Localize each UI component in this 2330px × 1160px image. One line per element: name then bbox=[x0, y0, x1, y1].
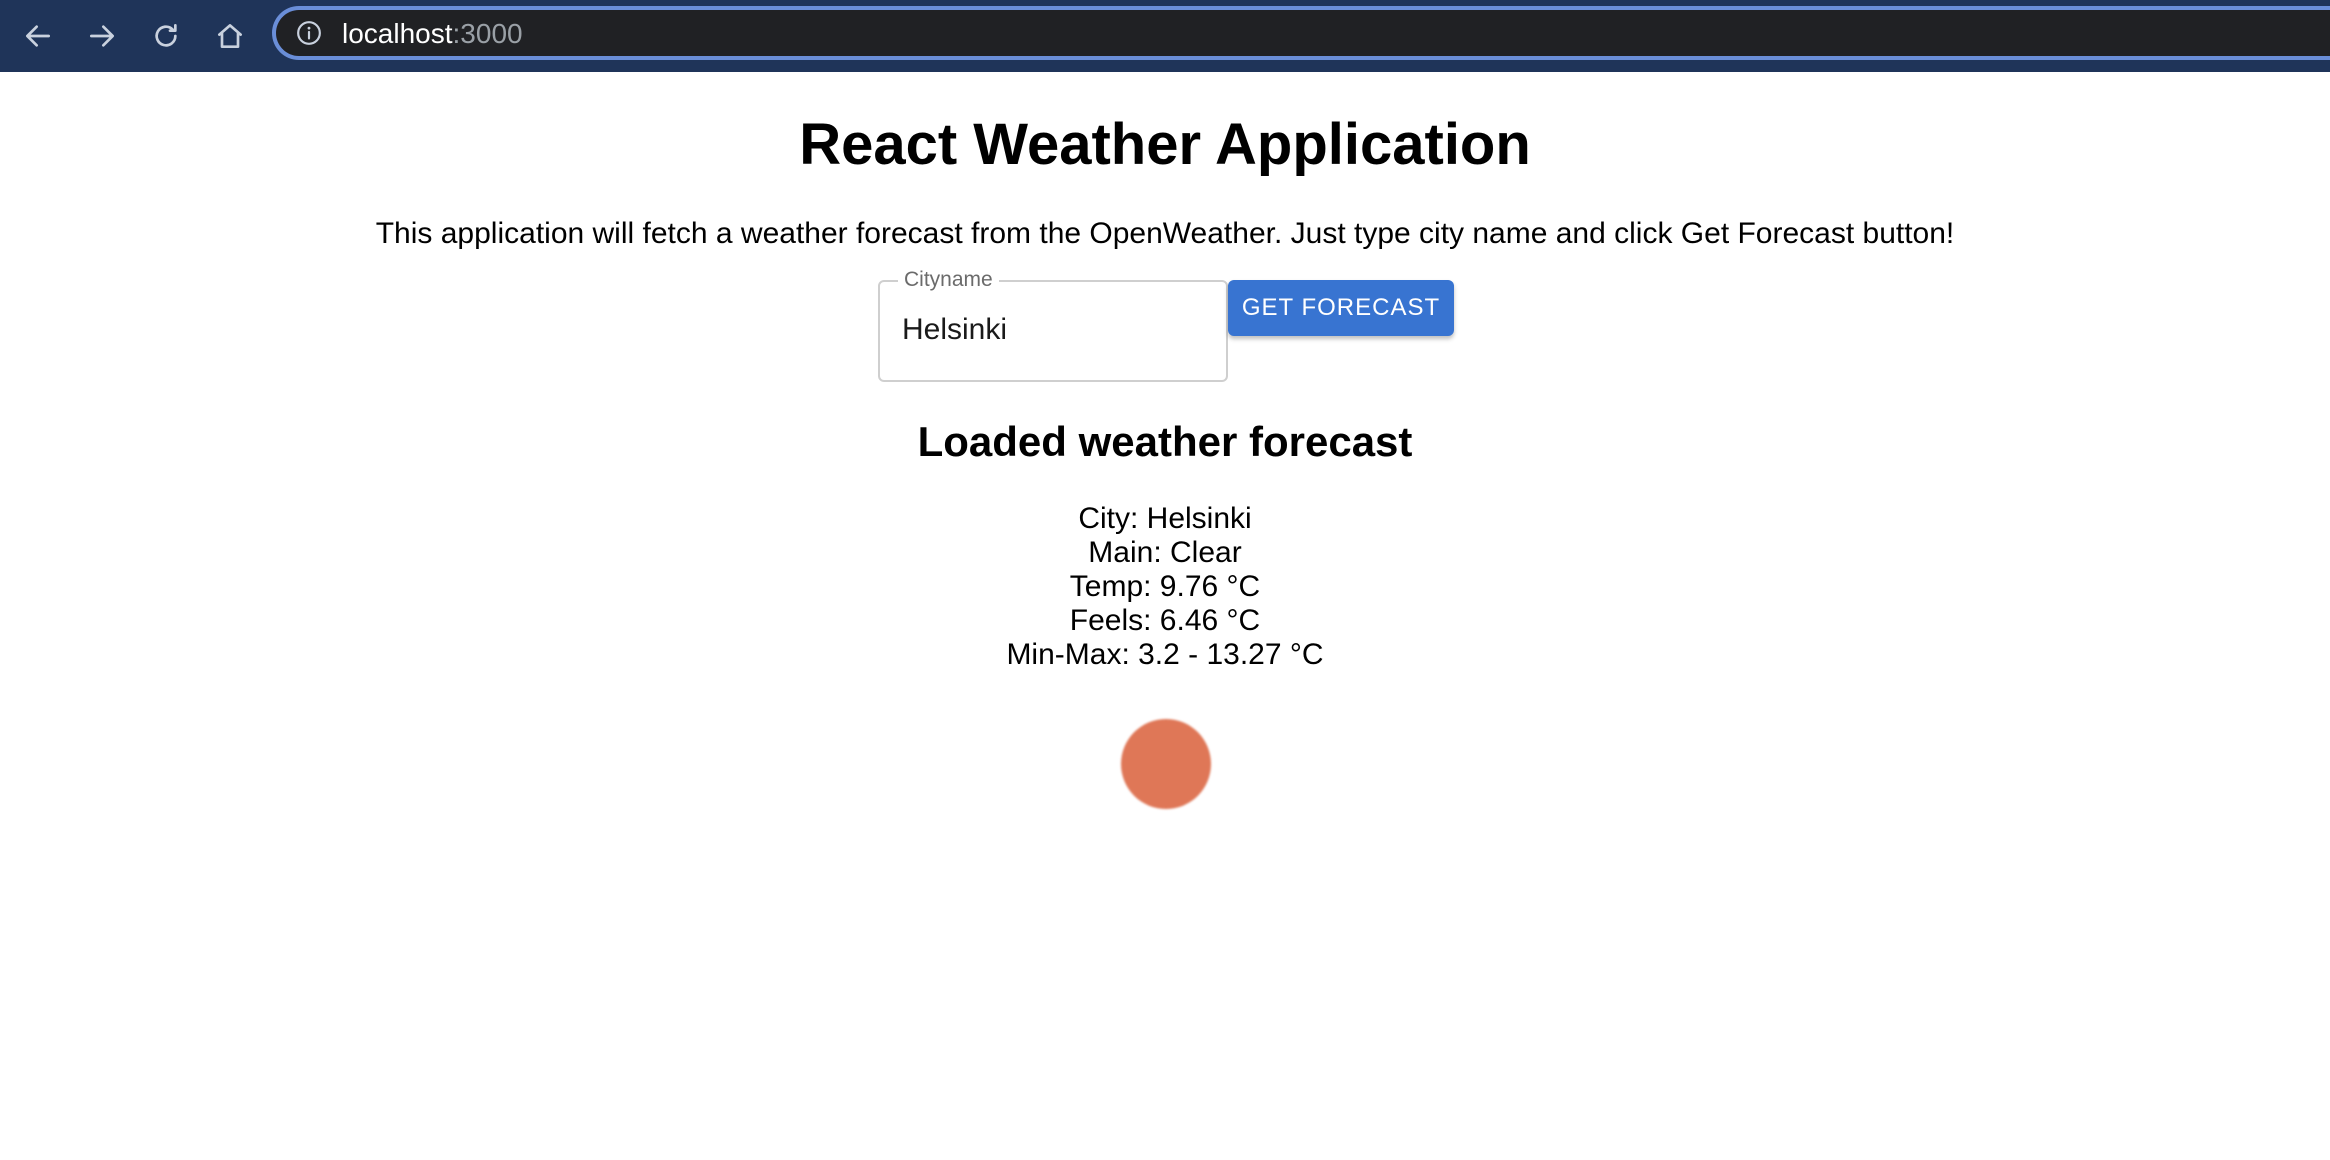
url-text[interactable]: localhost:3000 bbox=[342, 17, 523, 51]
cityname-input[interactable] bbox=[902, 310, 1202, 350]
get-forecast-button[interactable]: GET FORECAST bbox=[1228, 280, 1454, 336]
sun-icon bbox=[1121, 719, 1211, 809]
page-content: React Weather Application This applicati… bbox=[0, 72, 2330, 1160]
cityname-field[interactable]: Cityname bbox=[878, 267, 1228, 382]
cityname-label: Cityname bbox=[898, 267, 999, 293]
forecast-feels: Feels: 6.46 °C bbox=[1069, 604, 1261, 637]
forecast-title: Loaded weather forecast bbox=[917, 418, 1413, 465]
forecast-temp: Temp: 9.76 °C bbox=[1069, 570, 1261, 603]
back-button[interactable] bbox=[12, 10, 64, 62]
forecast-minmax: Min-Max: 3.2 - 13.27 °C bbox=[1006, 638, 1324, 671]
forecast-main: Main: Clear bbox=[1088, 536, 1242, 569]
home-button[interactable] bbox=[204, 10, 256, 62]
page-description: This application will fetch a weather fo… bbox=[375, 217, 1955, 250]
arrow-left-icon bbox=[26, 25, 50, 47]
forward-button[interactable] bbox=[76, 10, 128, 62]
reload-icon bbox=[155, 24, 177, 47]
url-host: localhost bbox=[342, 18, 453, 49]
home-icon bbox=[218, 24, 242, 48]
reload-button[interactable] bbox=[140, 10, 192, 62]
forecast-city: City: Helsinki bbox=[1078, 502, 1252, 535]
address-bar[interactable]: localhost:3000 bbox=[272, 6, 2330, 60]
arrow-right-icon bbox=[90, 25, 114, 47]
info-icon[interactable] bbox=[296, 20, 322, 46]
url-port: :3000 bbox=[452, 18, 523, 49]
browser-toolbar: localhost:3000 bbox=[0, 0, 2330, 72]
forecast-details: City: Helsinki Main: Clear Temp: 9.76 °C… bbox=[0, 502, 2330, 672]
page-title: React Weather Application bbox=[799, 112, 1531, 177]
